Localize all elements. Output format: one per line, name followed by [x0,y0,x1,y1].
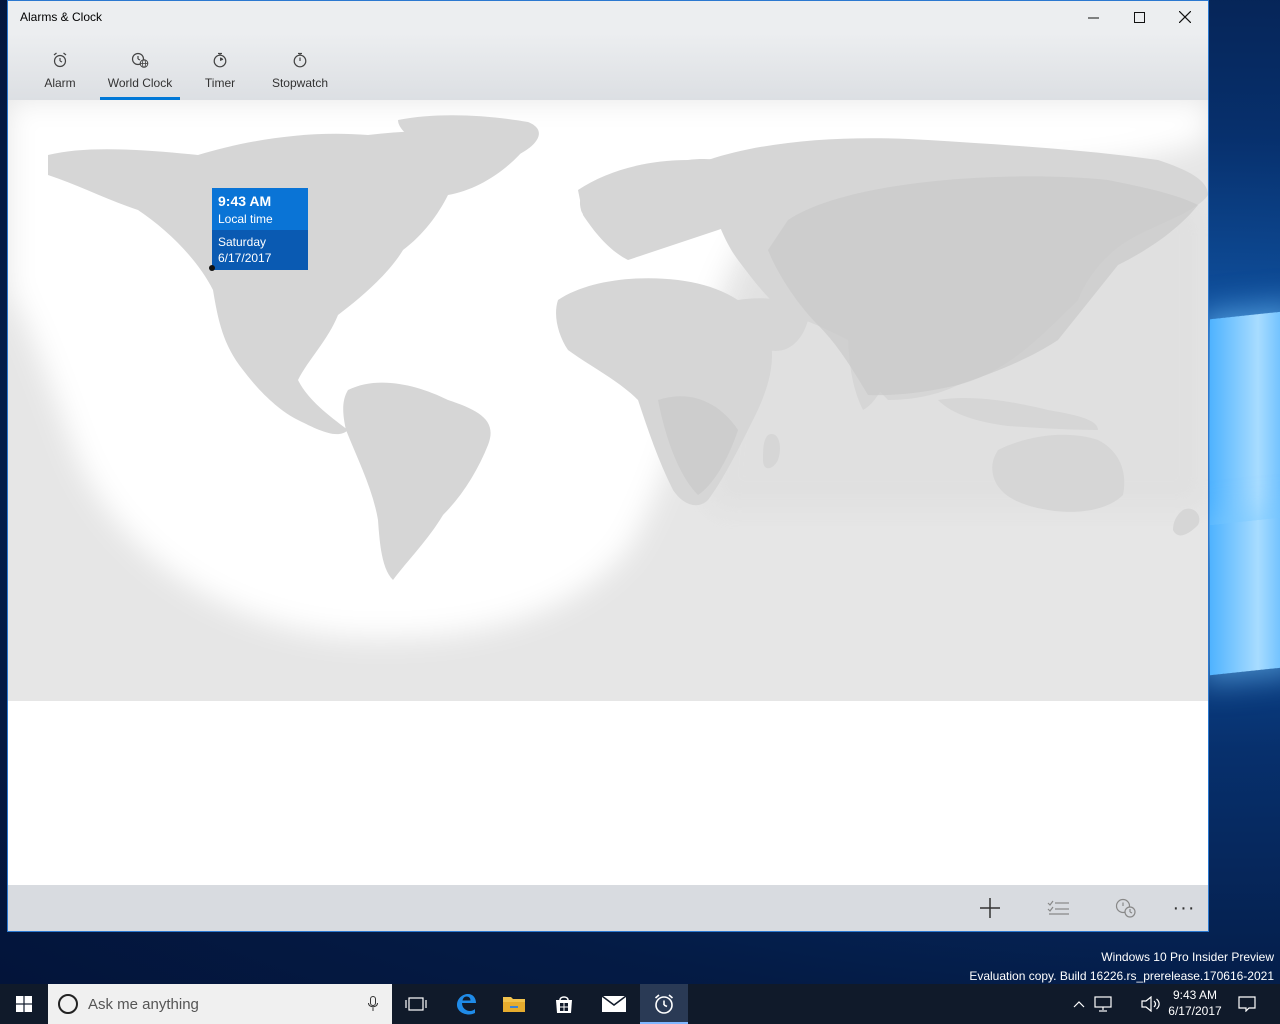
network-icon [1094,996,1112,1012]
world-map[interactable]: 9:43 AM Local time Saturday 6/17/2017 [8,100,1208,701]
tab-timer-label: Timer [204,76,236,90]
network-button[interactable] [1092,984,1114,1024]
location-pin[interactable] [209,265,215,271]
store-bag-icon [556,996,572,1013]
mail-envelope-icon [602,996,626,1012]
action-center-button[interactable] [1236,984,1258,1024]
select-list-icon [1047,900,1069,915]
alarms-clock-taskbar-button[interactable] [640,984,688,1024]
tooltip-time-section: 9:43 AM Local time [212,188,308,230]
tab-stopwatch[interactable]: Stopwatch [264,33,336,100]
stopwatch-icon [293,52,307,68]
window-title: Alarms & Clock [20,10,103,24]
close-icon [1179,11,1191,23]
build-watermark: Windows 10 Pro Insider Preview Evaluatio… [969,948,1274,984]
search-placeholder: Ask me anything [88,995,199,1013]
windows-start-icon [16,996,32,1012]
store-button[interactable] [540,984,588,1024]
tab-timer[interactable]: Timer [198,33,242,100]
alarms-clock-window: Alarms & Clock Alarm World Clock Timer S… [7,0,1209,932]
local-time-label: Local time [218,212,273,226]
alarm-clock-icon [53,52,67,68]
file-explorer-button[interactable] [490,984,538,1024]
minimize-icon [1087,17,1099,18]
task-view-button[interactable] [392,984,440,1024]
notification-icon [1238,996,1256,1012]
show-hidden-icons-button[interactable] [1070,984,1088,1024]
command-bar: ··· [8,885,1208,931]
navigation-tabs: Alarm World Clock Timer Stopwatch [8,33,1208,100]
local-time-tooltip[interactable]: 9:43 AM Local time Saturday 6/17/2017 [212,188,308,270]
maximize-icon [1133,11,1145,23]
watermark-build: Evaluation copy. Build 16226.rs_prerelea… [969,969,1274,983]
mail-button[interactable] [590,984,638,1024]
more-options-button[interactable]: ··· [1160,885,1208,931]
taskbar: Ask me anything 9:43 AM 6/17/2017 [0,984,1280,1024]
close-button[interactable] [1162,1,1208,33]
speaker-icon [1141,996,1160,1012]
add-clock-button[interactable] [966,885,1014,931]
timer-icon [213,52,227,68]
taskbar-date: 6/17/2017 [1168,1004,1222,1018]
start-button[interactable] [0,984,48,1024]
tab-stopwatch-label: Stopwatch [271,76,329,90]
local-date: 6/17/2017 [218,251,272,265]
local-time-value: 9:43 AM [218,193,272,209]
tooltip-date-section: Saturday 6/17/2017 [212,230,308,270]
taskbar-clock[interactable]: 9:43 AM 6/17/2017 [1162,987,1228,1019]
tab-alarm[interactable]: Alarm [36,33,84,100]
compare-clocks-button[interactable] [1102,885,1150,931]
world-clock-icon [131,52,149,68]
windows-logo-wallpaper [1210,285,1280,676]
continent-new-zealand [1173,508,1200,536]
edge-icon [457,994,476,1015]
watermark-edition: Windows 10 Pro Insider Preview [1101,950,1274,964]
compare-clock-icon [1115,898,1136,918]
plus-icon [980,898,1000,918]
local-day: Saturday [218,235,267,249]
maximize-button[interactable] [1116,1,1162,33]
tab-alarm-label: Alarm [44,76,76,90]
minimize-button[interactable] [1070,1,1116,33]
alarm-clock-icon [654,994,674,1014]
chevron-up-icon [1073,1001,1085,1008]
microphone-icon[interactable] [368,996,378,1012]
world-map-graphic [8,100,1208,639]
select-clocks-button[interactable] [1034,885,1082,931]
volume-button[interactable] [1140,984,1162,1024]
edge-taskbar-button[interactable] [442,984,490,1024]
taskbar-time: 9:43 AM [1172,988,1218,1002]
cortana-icon [58,994,78,1014]
folder-icon [503,997,525,1012]
title-bar[interactable]: Alarms & Clock [8,1,1208,33]
task-view-icon [405,997,427,1011]
tab-world-clock[interactable]: World Clock [100,33,180,100]
tab-world-clock-label: World Clock [107,76,173,90]
cortana-search-box[interactable]: Ask me anything [48,984,392,1024]
